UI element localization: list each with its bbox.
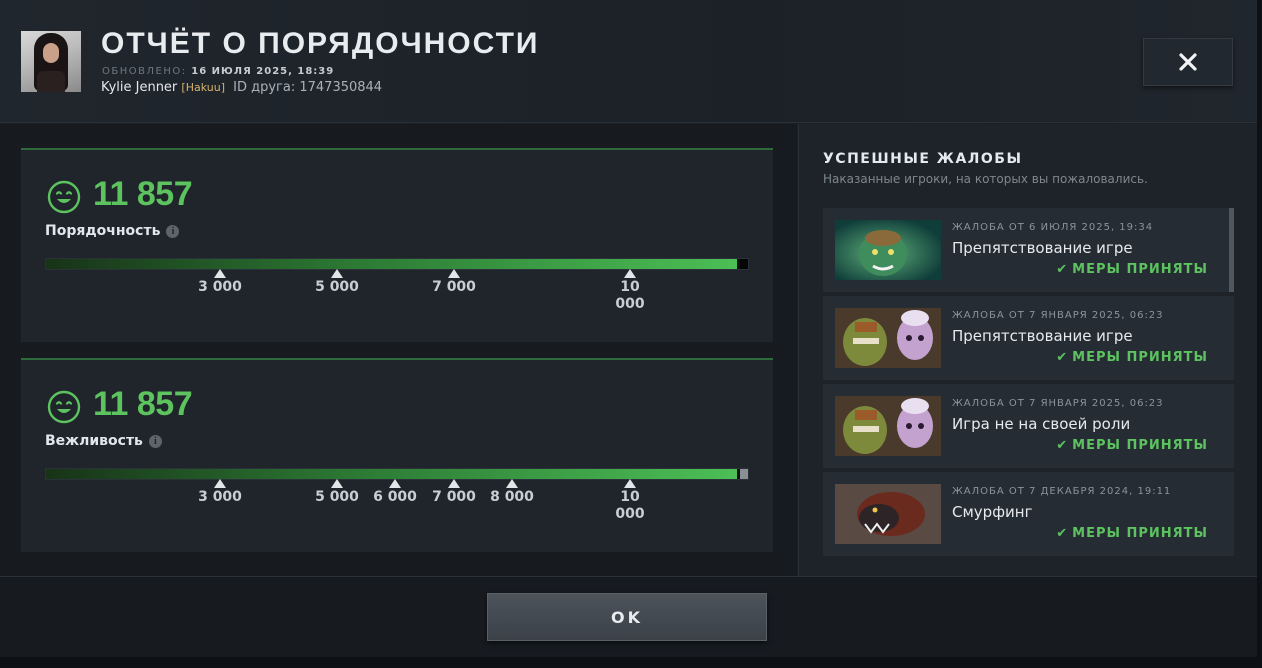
report-item[interactable]: ЖАЛОБА ОТ 7 ДЕКАБРЯ 2024, 19:11 Смурфинг… <box>823 472 1234 556</box>
report-reason: Смурфинг <box>952 503 1033 521</box>
reports-title: УСПЕШНЫЕ ЖАЛОБЫ <box>823 151 1023 167</box>
close-icon <box>1179 53 1197 71</box>
smiley-icon <box>47 180 81 214</box>
hero-portrait <box>835 396 941 456</box>
report-status: ✔ МЕРЫ ПРИНЯТЫ <box>1056 262 1208 277</box>
bar-tick: 3 000 <box>190 479 250 506</box>
metric-label: Порядочность i <box>45 223 180 239</box>
courtesy-score: 11 857 <box>93 385 193 423</box>
friend-id: ID друга: 1747350844 <box>233 80 383 95</box>
reports-subtitle: Наказанные игроки, на которых вы пожалов… <box>823 172 1148 186</box>
bar-tick: 7 000 <box>424 269 484 296</box>
report-date: ЖАЛОБА ОТ 7 ЯНВАРЯ 2025, 06:23 <box>952 310 1164 321</box>
close-button[interactable] <box>1143 38 1233 86</box>
checkmark-icon: ✔ <box>1056 262 1069 277</box>
conduct-progress-fill <box>46 259 738 269</box>
report-item[interactable]: ЖАЛОБА ОТ 7 ЯНВАРЯ 2025, 06:23 Препятств… <box>823 296 1234 380</box>
metric-panel-conduct: 11 857 Порядочность i 3 000 5 000 7 000 1… <box>21 148 773 342</box>
report-status: ✔ МЕРЫ ПРИНЯТЫ <box>1056 438 1208 453</box>
page-title: ОТЧЁТ О ПОРЯДОЧНОСТИ <box>101 27 540 60</box>
conduct-score: 11 857 <box>93 175 193 213</box>
user-line: Kylie Jenner [Hakuu] ID друга: 174735084… <box>101 80 382 95</box>
courtesy-progress-fill <box>46 469 738 479</box>
hero-portrait <box>835 484 941 544</box>
courtesy-label: Вежливость <box>45 433 143 449</box>
user-name: Kylie Jenner <box>101 80 178 95</box>
checkmark-icon: ✔ <box>1056 526 1069 541</box>
bar-tick: 10 000 <box>600 479 660 523</box>
smiley-icon <box>47 390 81 424</box>
bar-tick: 5 000 <box>307 269 367 296</box>
metric-panel-courtesy: 11 857 Вежливость i 3 000 5 000 6 000 7 0… <box>21 358 773 552</box>
bar-tick: 6 000 <box>365 479 425 506</box>
report-reason: Игра не на своей роли <box>952 415 1131 433</box>
report-status: ✔ МЕРЫ ПРИНЯТЫ <box>1056 350 1208 365</box>
bar-tick: 3 000 <box>190 269 250 296</box>
info-icon[interactable]: i <box>148 435 162 448</box>
conduct-label: Порядочность <box>45 223 161 239</box>
updated-label: ОБНОВЛЕНО: <box>102 66 187 77</box>
scrollbar[interactable] <box>1229 208 1234 292</box>
hero-portrait <box>835 220 941 280</box>
report-date: ЖАЛОБА ОТ 7 ДЕКАБРЯ 2024, 19:11 <box>952 486 1172 497</box>
dialog-footer: OK <box>0 576 1257 657</box>
user-tag: [Hakuu] <box>181 81 225 94</box>
report-date: ЖАЛОБА ОТ 6 ИЮЛЯ 2025, 19:34 <box>952 222 1154 233</box>
report-item[interactable]: ЖАЛОБА ОТ 7 ЯНВАРЯ 2025, 06:23 Игра не н… <box>823 384 1234 468</box>
dialog-header: ОТЧЁТ О ПОРЯДОЧНОСТИ ОБНОВЛЕНО: 16 ИЮЛЯ … <box>0 0 1257 123</box>
updated-value: 16 ИЮЛЯ 2025, 18:39 <box>191 66 335 77</box>
checkmark-icon: ✔ <box>1056 438 1069 453</box>
bar-end-cap <box>740 469 748 479</box>
checkmark-icon: ✔ <box>1056 350 1069 365</box>
report-reason: Препятствование игре <box>952 239 1133 257</box>
reports-list: ЖАЛОБА ОТ 6 ИЮЛЯ 2025, 19:34 Препятствов… <box>823 208 1234 560</box>
bar-tick: 7 000 <box>424 479 484 506</box>
bar-tick: 10 000 <box>600 269 660 313</box>
avatar <box>21 31 81 92</box>
report-date: ЖАЛОБА ОТ 7 ЯНВАРЯ 2025, 06:23 <box>952 398 1164 409</box>
report-item[interactable]: ЖАЛОБА ОТ 6 ИЮЛЯ 2025, 19:34 Препятствов… <box>823 208 1234 292</box>
bar-end-cap <box>740 259 748 269</box>
report-status: ✔ МЕРЫ ПРИНЯТЫ <box>1056 526 1208 541</box>
updated-line: ОБНОВЛЕНО: 16 ИЮЛЯ 2025, 18:39 <box>102 66 334 77</box>
report-reason: Препятствование игре <box>952 327 1133 345</box>
hero-portrait <box>835 308 941 368</box>
bar-tick: 5 000 <box>307 479 367 506</box>
bar-tick: 8 000 <box>482 479 542 506</box>
reports-panel: УСПЕШНЫЕ ЖАЛОБЫ Наказанные игроки, на ко… <box>798 124 1257 576</box>
ok-button[interactable]: OK <box>487 593 767 641</box>
conduct-report-dialog: ОТЧЁТ О ПОРЯДОЧНОСТИ ОБНОВЛЕНО: 16 ИЮЛЯ … <box>0 0 1257 657</box>
info-icon[interactable]: i <box>166 225 180 238</box>
metric-label: Вежливость i <box>45 433 162 449</box>
